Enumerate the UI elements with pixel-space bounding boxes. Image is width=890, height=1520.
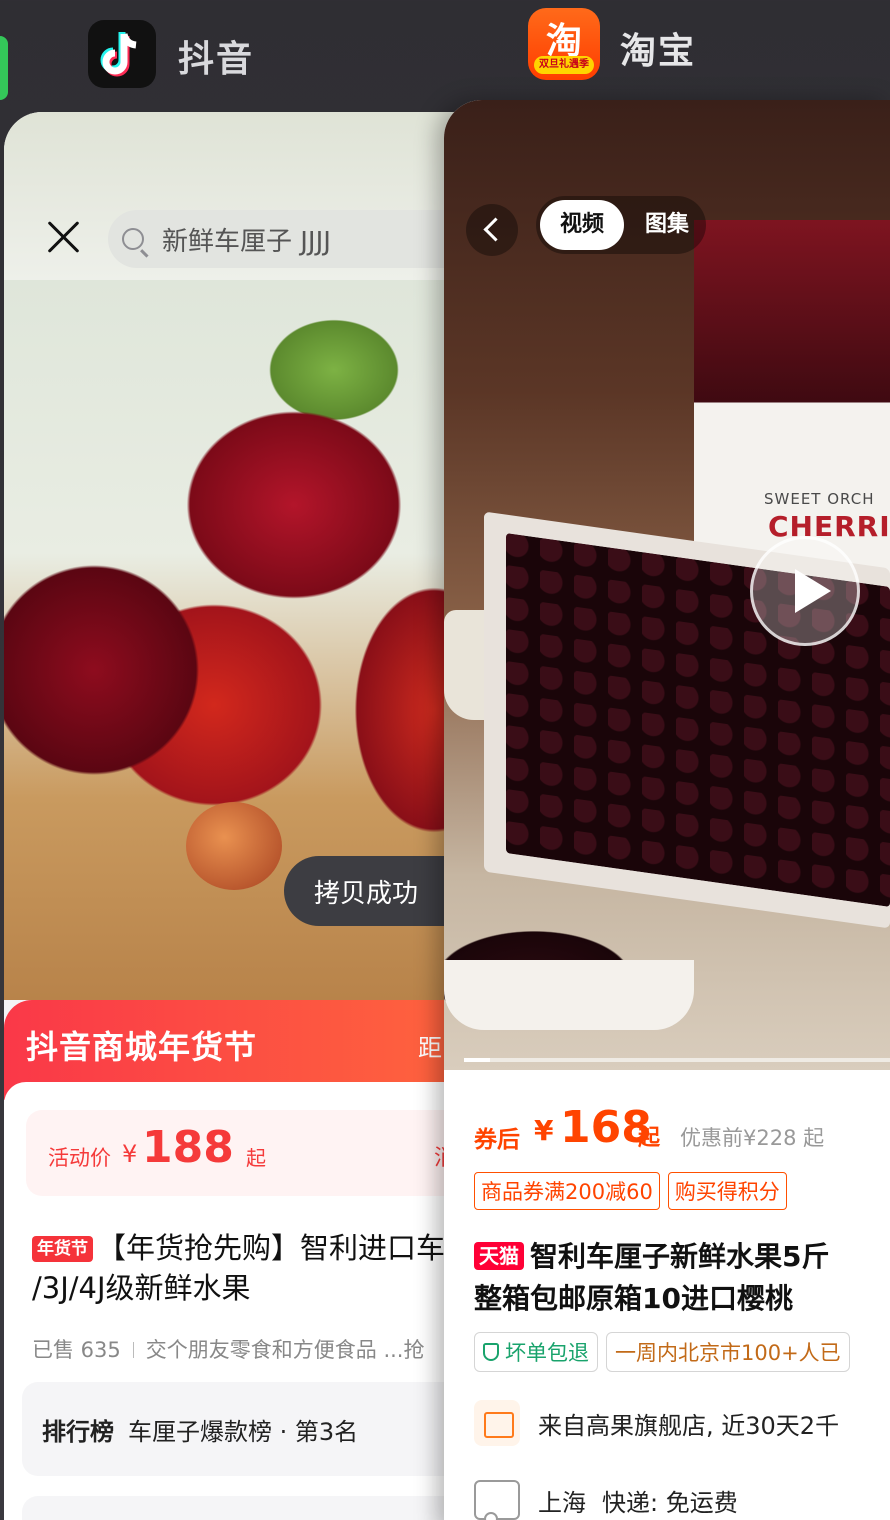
divider xyxy=(132,1342,134,1358)
ship-method: 快递: 免运费 xyxy=(602,1488,738,1517)
cherry-pit-decoration xyxy=(186,802,282,890)
ranking-badge: 排行榜 xyxy=(42,1417,114,1446)
product-title-line2: 整箱包邮原箱10进口樱桃 xyxy=(474,1282,793,1315)
product-title-line1: 【年货抢先购】智利进口车 xyxy=(97,1231,446,1265)
media-tab-switch[interactable]: 视频 图集 xyxy=(536,196,706,254)
sold-count: 已售 635 xyxy=(32,1338,121,1362)
douyin-note-icon xyxy=(100,32,137,77)
sales-info: 已售 635 交个朋友零食和方便食品 ...抢 xyxy=(32,1334,424,1364)
festival-tag: 年货节 xyxy=(32,1236,93,1262)
original-price: 优惠前¥228 起 xyxy=(680,1126,825,1150)
taobao-app-card[interactable]: SWEET ORCH CHERRI 视频 图集 券后 ¥ 168 起 优惠前¥2… xyxy=(444,100,890,1520)
gift-box-text-1: SWEET ORCH xyxy=(764,490,875,508)
search-icon xyxy=(122,228,144,250)
shield-check-icon xyxy=(483,1343,499,1361)
video-progress-bar[interactable] xyxy=(464,1058,890,1062)
back-arrow-icon[interactable] xyxy=(466,204,518,256)
douyin-app-label: 抖音 xyxy=(178,39,255,80)
guarantee-chips: 坏单包退 一周内北京市100+人已 xyxy=(474,1332,850,1372)
taobao-app-icon[interactable]: 淘 双旦礼遇季 xyxy=(528,8,600,80)
close-icon[interactable] xyxy=(42,216,84,258)
return-guarantee-label: 坏单包退 xyxy=(505,1341,589,1365)
shipping-row[interactable]: 上海 快递: 免运费 xyxy=(474,1480,738,1520)
product-title-line2: /3J/4J级新鲜水果 xyxy=(32,1271,251,1305)
price-suffix: 起 xyxy=(246,1146,266,1170)
price-row: 券后 ¥ 168 起 优惠前¥228 起 xyxy=(474,1102,890,1158)
price-currency: ¥ xyxy=(534,1114,554,1147)
douyin-app-icon[interactable] xyxy=(88,20,156,88)
price-suffix: 起 xyxy=(638,1126,661,1151)
price-box: 活动价 ¥ 188 起 消费 xyxy=(26,1110,516,1196)
festival-title: 抖音商城年货节 xyxy=(26,1028,258,1066)
coupon-tag[interactable]: 商品券满200减60 xyxy=(474,1172,660,1210)
search-query: 新鲜车厘子 JJJJ xyxy=(162,226,331,257)
points-tag[interactable]: 购买得积分 xyxy=(667,1172,787,1210)
taobao-app-label: 淘宝 xyxy=(620,31,697,72)
product-title[interactable]: 天猫 智利车厘子新鲜水果5斤 整箱包邮原箱10进口樱桃 xyxy=(474,1236,890,1320)
tab-gallery[interactable]: 图集 xyxy=(632,200,702,250)
product-title[interactable]: 年货节 【年货抢先购】智利进口车 /3J/4J级新鲜水果 xyxy=(32,1228,512,1308)
play-icon[interactable] xyxy=(750,536,860,646)
shop-name[interactable]: 交个朋友零食和方便食品 ...抢 xyxy=(146,1338,425,1362)
return-guarantee-chip[interactable]: 坏单包退 xyxy=(474,1332,598,1372)
price-amount: 188 xyxy=(142,1122,234,1173)
shop-info: 来自高果旗舰店, 近30天2千 xyxy=(538,1411,840,1440)
coupon-tags: 商品券满200减60 购买得积分 xyxy=(474,1172,787,1210)
previous-app-card-edge[interactable] xyxy=(0,36,8,100)
tmall-badge: 天猫 xyxy=(474,1242,524,1270)
after-coupon-label: 券后 xyxy=(474,1127,520,1153)
video-progress-fill xyxy=(464,1058,490,1062)
taobao-icon-sub: 双旦礼遇季 xyxy=(534,56,594,74)
ship-origin: 上海 xyxy=(538,1488,586,1517)
popularity-chip[interactable]: 一周内北京市100+人已 xyxy=(606,1332,850,1372)
festival-countdown-label: 距 xyxy=(418,1034,442,1062)
ranking-text: 车厘子爆款榜 · 第3名 xyxy=(128,1417,359,1446)
cherry-bowl xyxy=(444,960,694,1030)
delivery-truck-icon xyxy=(474,1480,520,1520)
shop-row[interactable]: 来自高果旗舰店, 近30天2千 xyxy=(474,1400,839,1446)
store-icon xyxy=(474,1400,520,1446)
product-title-line1: 智利车厘子新鲜水果5斤 xyxy=(530,1240,830,1273)
price-currency: ¥ xyxy=(122,1140,138,1168)
tab-video[interactable]: 视频 xyxy=(540,200,624,250)
price-label: 活动价 xyxy=(48,1146,111,1170)
